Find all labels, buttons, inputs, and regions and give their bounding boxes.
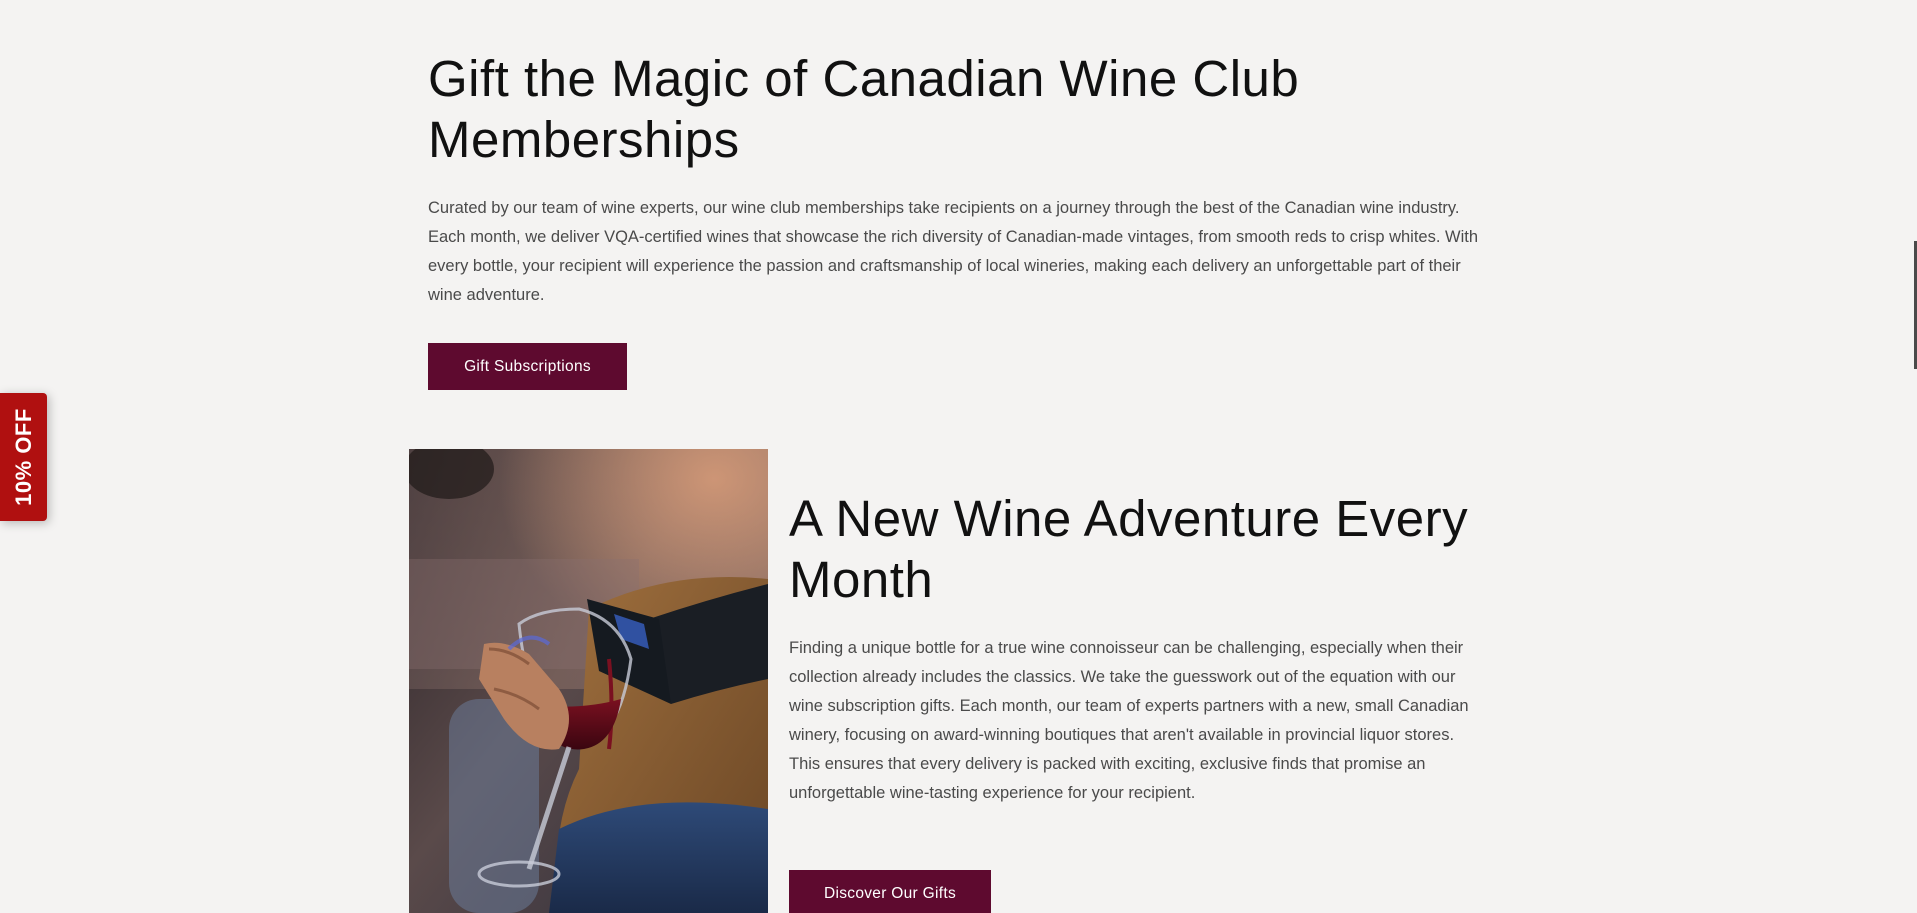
gift-subscriptions-button[interactable]: Gift Subscriptions [428,343,627,390]
discount-promo-tab[interactable]: 10% OFF [0,393,47,521]
discount-promo-label: 10% OFF [10,408,36,506]
wine-pouring-photo [409,449,768,913]
wine-adventure-heading: A New Wine Adventure Every Month [789,490,1469,608]
wine-adventure-section: A New Wine Adventure Every Month Finding… [789,488,1489,808]
gift-memberships-heading: Gift the Magic of Canadian Wine Club Mem… [428,50,1300,168]
gift-memberships-description: Curated by our team of wine experts, our… [428,199,1479,304]
page: Gift the Magic of Canadian Wine Club Mem… [0,0,1917,913]
gift-memberships-section: Gift the Magic of Canadian Wine Club Mem… [428,48,1488,310]
wine-adventure-description: Finding a unique bottle for a true wine … [789,639,1469,802]
discover-gifts-button[interactable]: Discover Our Gifts [789,870,991,913]
